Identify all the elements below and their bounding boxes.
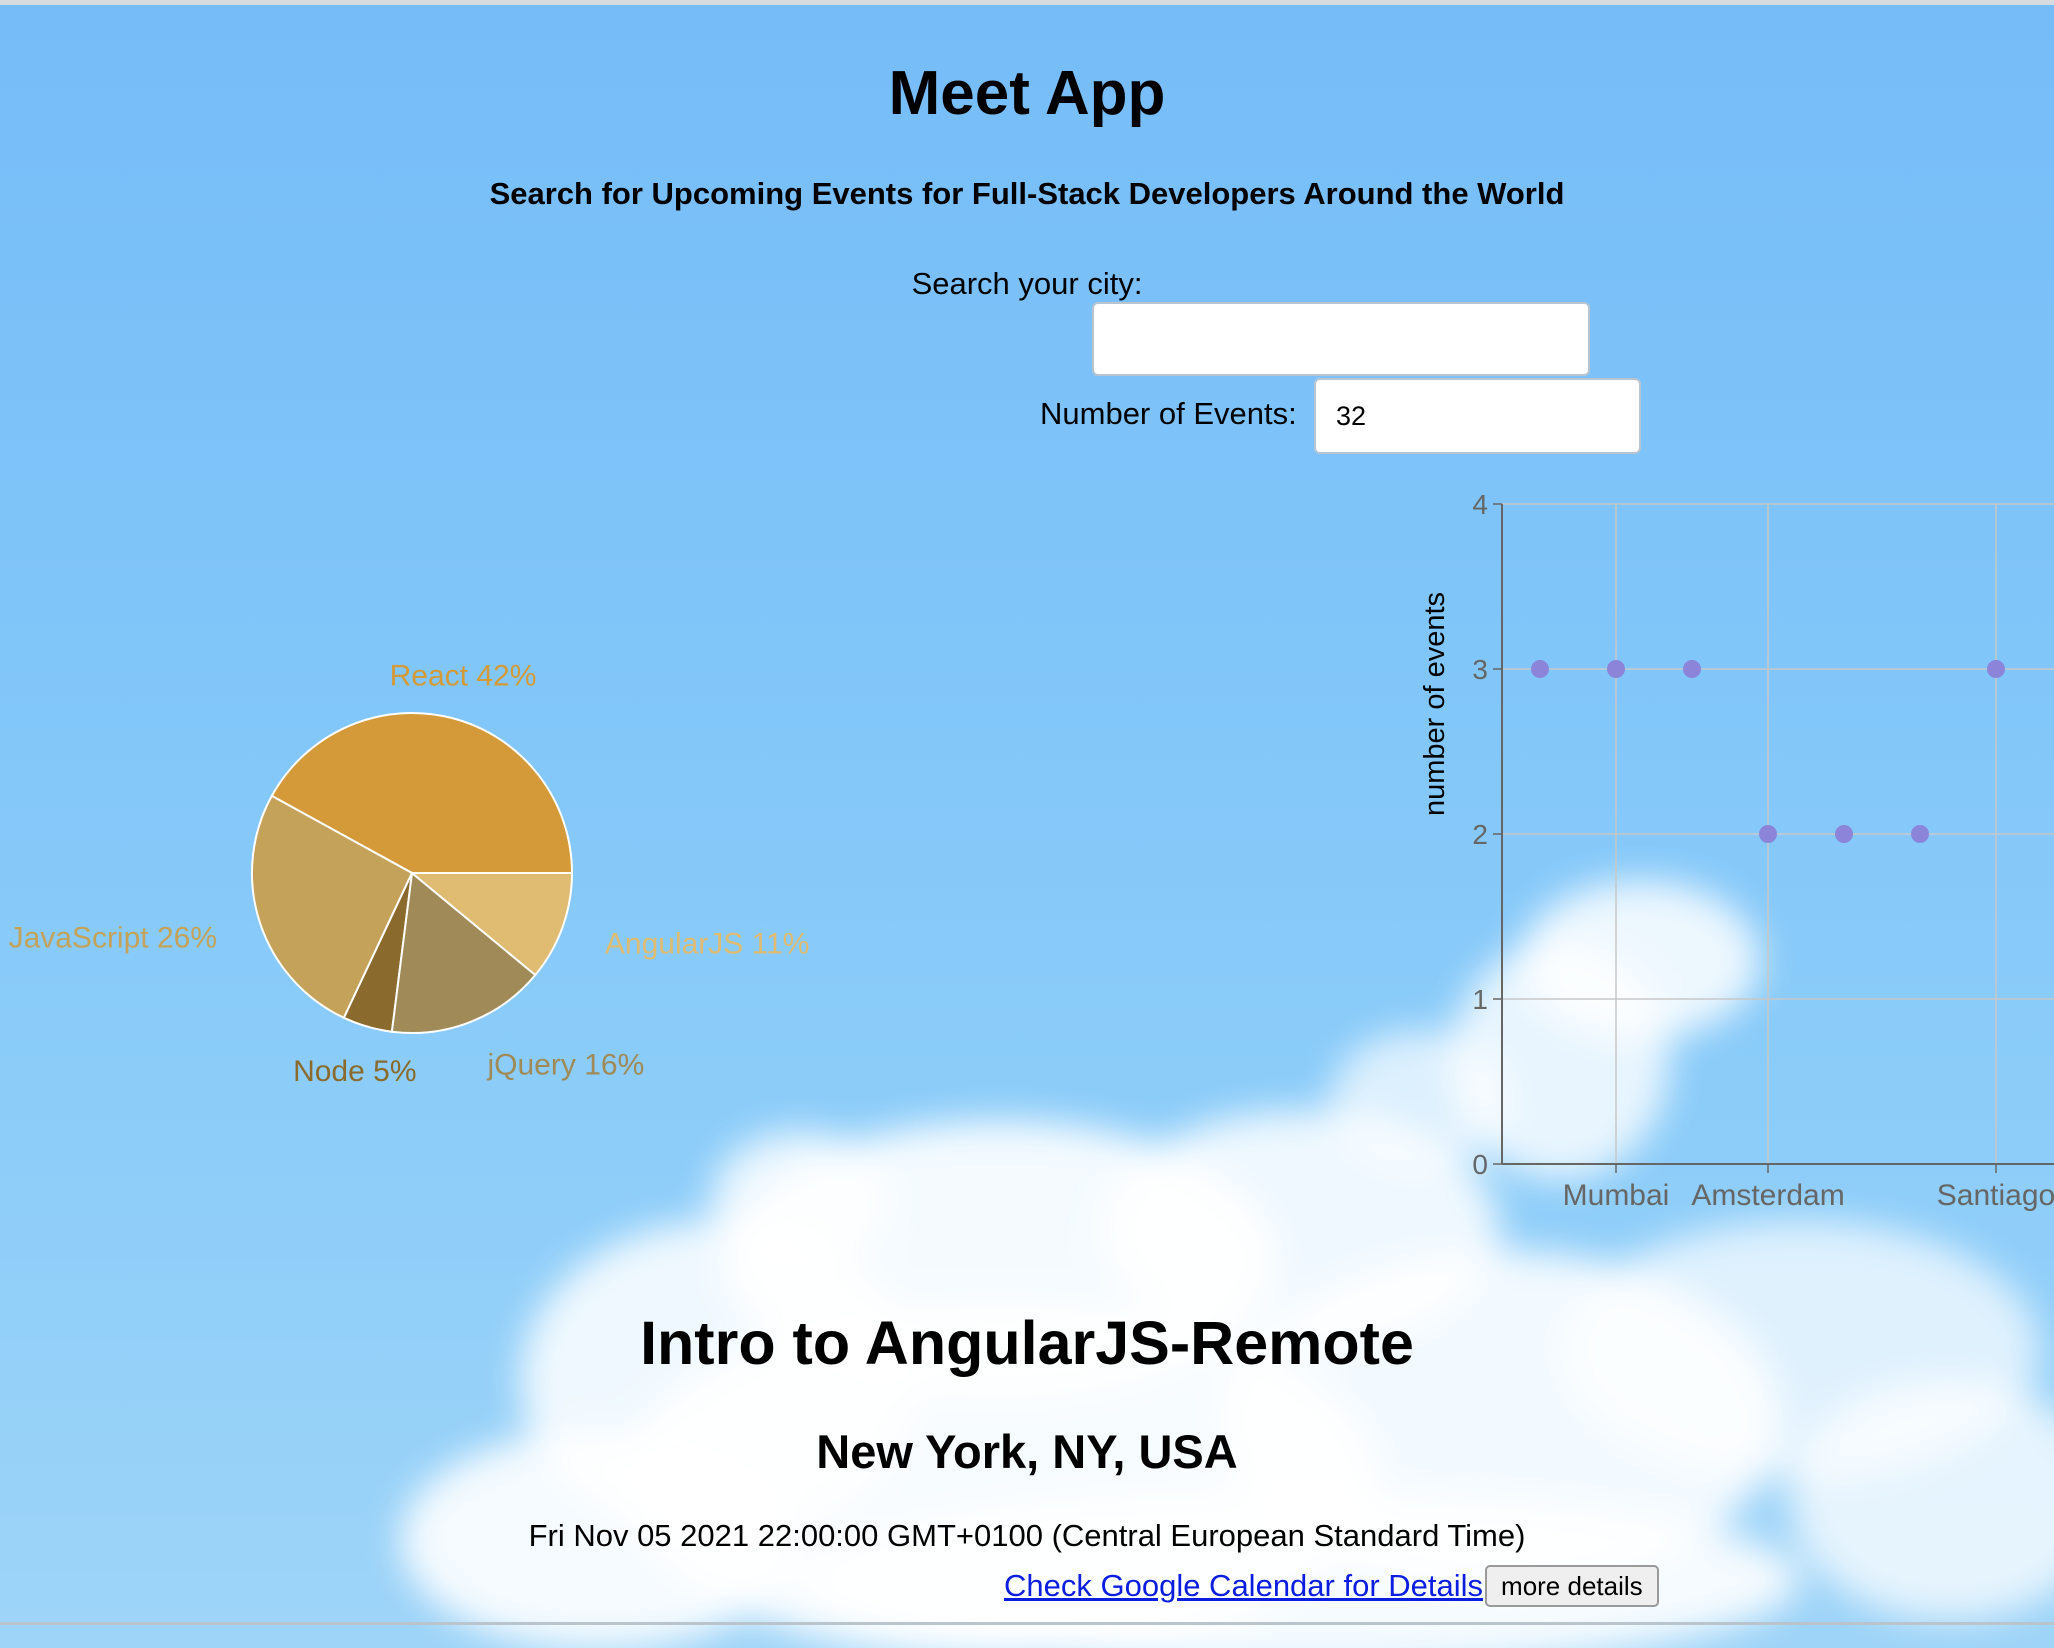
event-actions: Check Google Calendar for Details more d…	[1004, 1564, 1659, 1608]
scatter-point	[1607, 660, 1625, 678]
event-location: New York, NY, USA	[816, 1425, 1238, 1478]
y-tick-label: 1	[1472, 984, 1488, 1015]
window-top-border	[0, 0, 2054, 5]
scatter-point	[1531, 660, 1549, 678]
city-search-input[interactable]	[1092, 302, 1590, 376]
app-subtitle: Search for Upcoming Events for Full-Stac…	[489, 176, 1565, 211]
event-title: Intro to AngularJS-Remote	[640, 1309, 1414, 1377]
pie-slice-label: AngularJS 11%	[605, 927, 810, 960]
scatter-point	[1987, 660, 2005, 678]
events-scatter-chart: 0 1 2 3 4 Mumbai Amsterdam Santiago number of ev…	[1419, 489, 2054, 1212]
pie-slice-label: jQuery 16%	[487, 1049, 645, 1082]
y-tick-label: 0	[1472, 1149, 1488, 1180]
event-start-time: Fri Nov 05 2021 22:00:00 GMT+0100 (Centr…	[528, 1518, 1526, 1553]
scatter-point	[1911, 825, 1929, 843]
scatter-point	[1683, 660, 1701, 678]
google-calendar-link[interactable]: Check Google Calendar for Details	[1004, 1568, 1483, 1604]
window-bottom-border	[0, 1622, 2054, 1625]
scatter-point	[1835, 825, 1853, 843]
pie-slice-label: JavaScript 26%	[9, 921, 217, 954]
pie-slice-label: React 42%	[390, 659, 537, 692]
app-title: Meet App	[888, 59, 1166, 128]
number-of-events-input[interactable]	[1314, 378, 1641, 454]
x-tick-label: Mumbai	[1563, 1179, 1670, 1212]
pie-slice-label: Node 5%	[293, 1055, 416, 1088]
city-search-label: Search your city:	[911, 266, 1143, 301]
genre-pie-chart: React 42% JavaScript 26% Node 5% jQuery 16%…	[9, 659, 810, 1088]
y-axis-label: number of events	[1419, 592, 1451, 816]
x-tick-label: Santiago	[1937, 1179, 2054, 1212]
more-details-button[interactable]: more details	[1485, 1565, 1659, 1607]
y-tick-label: 4	[1472, 489, 1488, 520]
number-of-events-label: Number of Events:	[1040, 396, 1297, 431]
scatter-point	[1759, 825, 1777, 843]
y-tick-label: 2	[1472, 819, 1488, 850]
y-tick-label: 3	[1472, 654, 1488, 685]
x-tick-label: Amsterdam	[1691, 1179, 1844, 1212]
